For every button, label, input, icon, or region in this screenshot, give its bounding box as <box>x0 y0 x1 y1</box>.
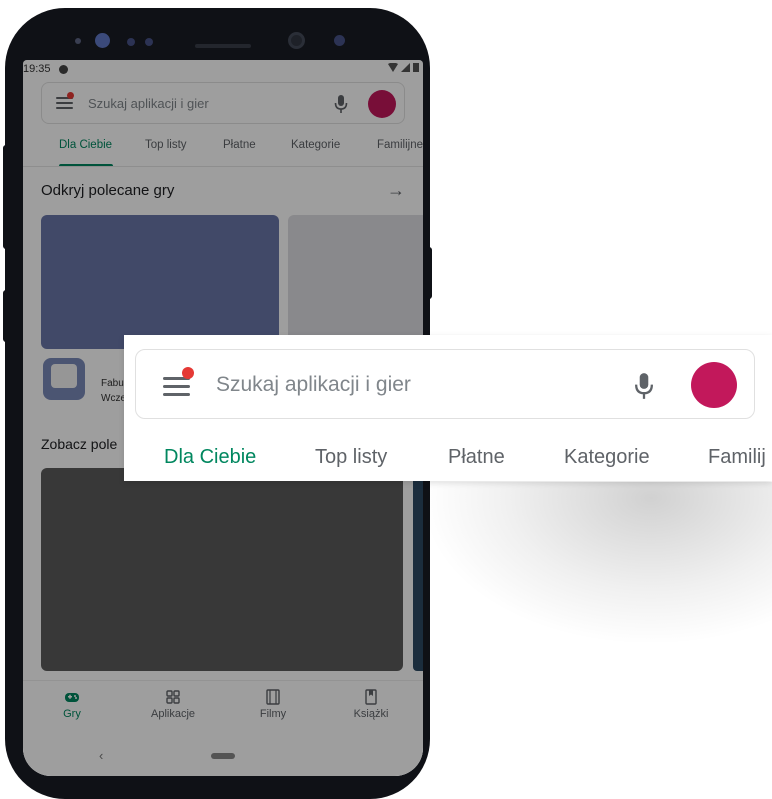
notification-dot <box>182 367 194 379</box>
sensor-dot <box>127 38 135 46</box>
callout-shadow <box>426 482 772 642</box>
sensor-dot <box>145 38 153 46</box>
power-button <box>426 247 432 299</box>
sensor-dot <box>95 33 110 48</box>
earpiece-speaker <box>195 44 251 48</box>
sensor-dot <box>75 38 81 44</box>
tab-top-listy[interactable]: Top listy <box>315 446 387 469</box>
front-camera <box>288 32 305 49</box>
microphone-icon[interactable] <box>634 371 654 401</box>
sensor-dot <box>334 35 345 46</box>
search-placeholder[interactable]: Szukaj aplikacji i gier <box>216 373 411 397</box>
zoom-callout: Szukaj aplikacji i gier Dla Ciebie Top l… <box>124 335 772 481</box>
tab-platne[interactable]: Płatne <box>448 446 505 469</box>
account-avatar[interactable] <box>691 362 737 408</box>
search-bar-zoomed[interactable]: Szukaj aplikacji i gier <box>135 349 755 419</box>
tab-familijne[interactable]: Familij <box>708 446 766 469</box>
menu-icon[interactable] <box>163 367 194 398</box>
tab-kategorie[interactable]: Kategorie <box>564 446 650 469</box>
volume-button <box>3 145 9 249</box>
tab-dla-ciebie[interactable]: Dla Ciebie <box>164 446 256 469</box>
volume-button <box>3 290 9 342</box>
